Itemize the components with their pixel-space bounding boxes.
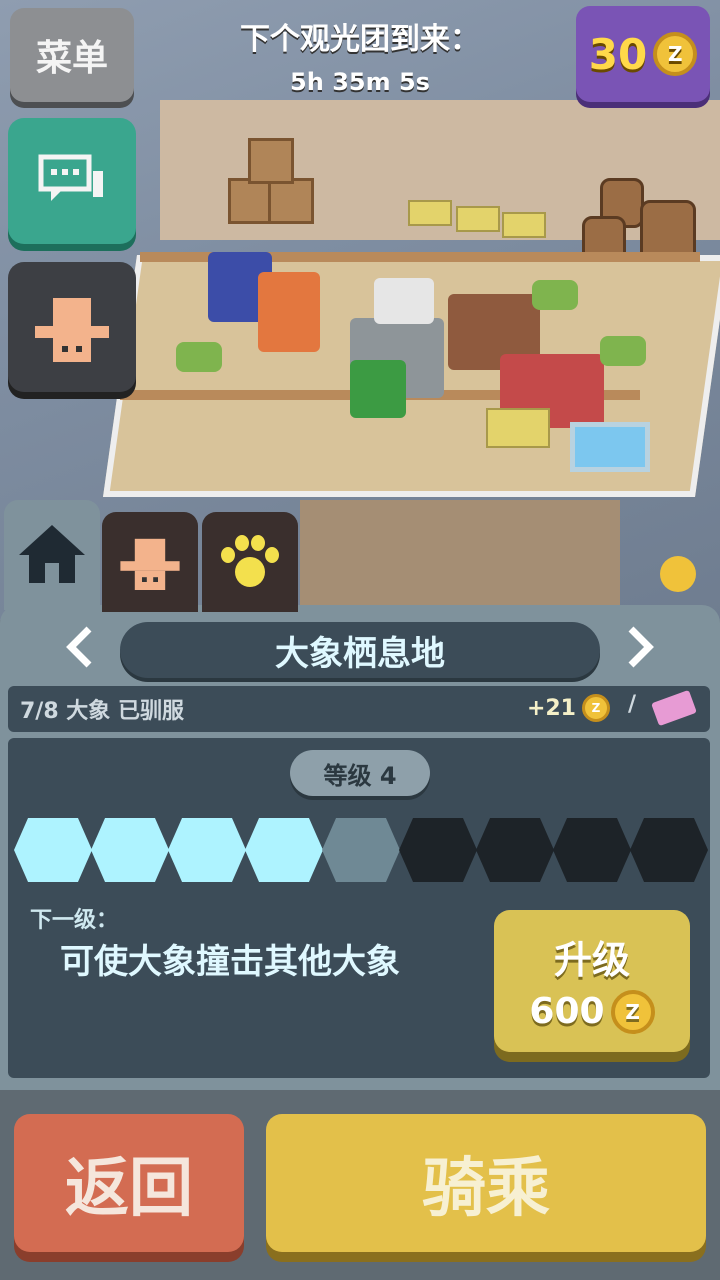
level-segment — [245, 818, 323, 882]
level-segment — [14, 818, 92, 882]
hay-bale — [502, 212, 546, 238]
paw-icon — [217, 533, 283, 591]
coin-count: 30 — [588, 29, 648, 79]
cowboy-hat-icon — [120, 534, 180, 590]
coin-counter-button[interactable]: 30 Z — [576, 6, 710, 102]
next-level-label: 下一级： — [30, 908, 119, 933]
elephant-skeleton — [374, 278, 434, 324]
hay-bale — [486, 408, 550, 448]
reward-value: +21 — [526, 695, 576, 721]
ticket-icon — [651, 689, 697, 727]
chevron-left-icon — [66, 626, 92, 668]
cowboy-hat-icon — [35, 292, 109, 362]
palm-tree — [176, 342, 222, 372]
tamed-status-bar: 7/8 大象 已驯服 +21 Z / — [8, 686, 710, 732]
menu-button[interactable]: 菜单 — [10, 8, 134, 102]
tamed-status: 7/8 大象 已驯服 — [20, 699, 184, 724]
palm-tree — [532, 280, 578, 310]
next-level-description: 可使大象撞击其他大象 — [60, 942, 400, 982]
next-habitat-arrow[interactable] — [620, 622, 660, 672]
chat-bubbles-icon — [38, 154, 103, 201]
coin-icon: Z — [610, 989, 655, 1034]
level-badge: 等级 4 — [290, 750, 430, 796]
level-segment — [322, 818, 400, 882]
chevron-right-icon — [628, 626, 654, 668]
menu-label: 菜单 — [35, 38, 108, 79]
level-segment — [91, 818, 169, 882]
upgrade-cost-value: 600 — [529, 991, 605, 1032]
chat-button[interactable] — [8, 118, 136, 244]
water-pool — [570, 422, 650, 472]
prev-habitat-arrow[interactable] — [60, 622, 100, 672]
ride-label: 骑乘 — [422, 1152, 550, 1226]
level-segment — [630, 818, 708, 882]
habitat-title: 大象栖息地 — [120, 622, 600, 678]
level-segment — [553, 818, 631, 882]
level-segment — [399, 818, 477, 882]
ride-button[interactable]: 骑乘 — [266, 1114, 706, 1252]
tab-zookeeper[interactable] — [102, 512, 198, 612]
zookeeper-button[interactable] — [8, 262, 136, 392]
upgrade-button[interactable]: 升级 600 Z — [494, 910, 690, 1052]
floating-coin-icon[interactable] — [660, 556, 696, 592]
reward-amount: +21 Z — [527, 694, 610, 722]
crate — [248, 138, 294, 184]
timer-title: 下个观光团到来： — [240, 22, 480, 57]
hay-bale — [408, 200, 452, 226]
tab-home[interactable] — [4, 500, 100, 610]
crate — [268, 178, 314, 224]
tour-timer: 下个观光团到来： 5h 35m 5s — [180, 14, 540, 96]
upgrade-cost: 600 Z — [529, 989, 655, 1034]
upgrade-label: 升级 — [553, 937, 630, 982]
coin-icon: Z — [582, 694, 610, 722]
elephant-green — [350, 360, 406, 418]
timer-value: 5h 35m 5s — [290, 68, 430, 96]
house-icon — [19, 525, 85, 585]
coin-icon: Z — [653, 32, 698, 76]
level-segment — [168, 818, 246, 882]
back-button[interactable]: 返回 — [14, 1114, 244, 1252]
hay-bale — [456, 206, 500, 232]
tab-animals[interactable] — [202, 512, 298, 612]
palm-tree — [600, 336, 646, 366]
reward-separator: / — [627, 692, 636, 717]
level-segment — [476, 818, 554, 882]
elephant-floral — [258, 272, 320, 352]
back-label: 返回 — [65, 1152, 193, 1226]
lower-pen — [300, 500, 620, 610]
